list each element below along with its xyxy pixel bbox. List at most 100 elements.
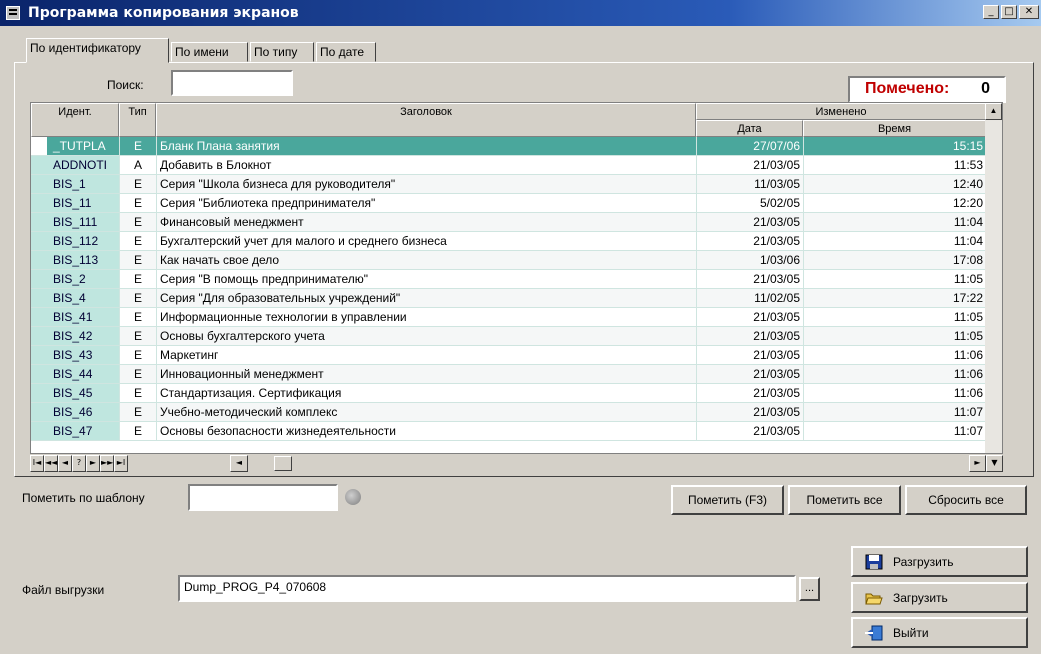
screens-table[interactable]: Идент. Тип Заголовок Изменено Дата Время… (30, 102, 1003, 454)
table-row[interactable]: BIS_42 E Основы бухгалтерского учета 21/03/… (31, 327, 1002, 346)
nav-next-icon[interactable]: ► (86, 455, 100, 472)
cell-time: 11:04 (803, 213, 986, 231)
cell-title: Добавить в Блокнот (156, 156, 696, 174)
search-label: Поиск: (107, 78, 144, 92)
scroll-right-icon[interactable]: ► (969, 455, 986, 472)
nav-help-icon[interactable]: ? (72, 455, 86, 472)
minimize-icon[interactable]: _ (983, 5, 999, 19)
cell-date: 27/07/06 (696, 137, 803, 155)
scroll-left-icon[interactable]: ◄ (230, 455, 248, 472)
cell-id: BIS_112 (31, 232, 119, 250)
table-row[interactable]: BIS_43 E Маркетинг 21/03/05 11:06 (31, 346, 1002, 365)
cell-id: BIS_43 (31, 346, 119, 364)
cell-title: Серия "В помощь предпринимателю" (156, 270, 696, 288)
cell-time: 17:08 (803, 251, 986, 269)
reset-all-button[interactable]: Сбросить все (905, 485, 1027, 515)
load-button[interactable]: Загрузить (851, 582, 1028, 613)
table-row[interactable]: BIS_1 E Серия "Школа бизнеса для руководит… (31, 175, 1002, 194)
cell-type: E (119, 365, 156, 383)
cell-title: Как начать свое дело (156, 251, 696, 269)
browse-button[interactable]: ... (799, 577, 820, 601)
cell-time: 11:07 (803, 403, 986, 421)
horizontal-scroll-thumb[interactable] (274, 456, 292, 471)
column-header-title[interactable]: Заголовок (156, 103, 696, 137)
cell-id: BIS_11 (31, 194, 119, 212)
cell-title: Серия "Для образовательных учреждений" (156, 289, 696, 307)
column-header-id[interactable]: Идент. (31, 103, 119, 137)
table-row[interactable]: BIS_113 E Как начать свое дело 1/03/06 17:08 (31, 251, 1002, 270)
tab-by-id[interactable]: По идентификатору (26, 38, 169, 63)
table-row[interactable]: BIS_111 E Финансовый менеджмент 21/03/05 11:… (31, 213, 1002, 232)
cell-id: BIS_1 (31, 175, 119, 193)
unload-button[interactable]: Разгрузить (851, 546, 1028, 577)
nav-first-icon[interactable]: I◄ (30, 455, 44, 472)
table-row[interactable]: BIS_46 E Учебно-методический комплекс 21/03… (31, 403, 1002, 422)
column-header-date[interactable]: Дата (696, 120, 803, 137)
cell-time: 15:15 (803, 137, 986, 155)
nav-last-icon[interactable]: ►I (114, 455, 128, 472)
table-row[interactable]: BIS_45 E Стандартизация. Сертификация 21/03… (31, 384, 1002, 403)
exit-door-icon (865, 625, 883, 641)
close-icon[interactable]: ✕ (1019, 5, 1039, 19)
main-window: Программа копирования экранов _ □ ✕ По и… (0, 0, 1041, 654)
mark-button[interactable]: Пометить (F3) (671, 485, 784, 515)
cell-title: Серия "Библиотека предпринимателя" (156, 194, 696, 212)
nav-prev-icon[interactable]: ◄ (58, 455, 72, 472)
table-row[interactable]: ADDNOTI A Добавить в Блокнот 21/03/05 11:53 (31, 156, 1002, 175)
title-bar: Программа копирования экранов _ □ ✕ (0, 0, 1041, 26)
scroll-up-icon[interactable]: ▲ (985, 103, 1002, 120)
nav-next-page-icon[interactable]: ►► (100, 455, 114, 472)
table-row[interactable]: BIS_47 E Основы безопасности жизнедеятельн… (31, 422, 1002, 441)
cell-type: E (119, 251, 156, 269)
table-row[interactable]: BIS_4 E Серия "Для образовательных учрежде… (31, 289, 1002, 308)
table-row[interactable]: BIS_11 E Серия "Библиотека предпринимателя… (31, 194, 1002, 213)
column-header-type[interactable]: Тип (119, 103, 156, 137)
cell-date: 5/02/05 (696, 194, 803, 212)
cell-date: 21/03/05 (696, 422, 803, 440)
cell-date: 21/03/05 (696, 156, 803, 174)
maximize-icon[interactable]: □ (1001, 5, 1017, 19)
window-title: Программа копирования экранов (28, 5, 299, 21)
marked-count: 0 (981, 80, 990, 97)
mark-all-button[interactable]: Пометить все (788, 485, 901, 515)
cell-title: Инновационный менеджмент (156, 365, 696, 383)
cell-id: BIS_4 (31, 289, 119, 307)
apply-pattern-icon[interactable] (345, 489, 361, 505)
cell-type: E (119, 327, 156, 345)
unload-label: Разгрузить (893, 555, 954, 569)
cell-time: 12:40 (803, 175, 986, 193)
table-row[interactable]: BIS_112 E Бухгалтерский учет для малого и … (31, 232, 1002, 251)
column-header-time[interactable]: Время (803, 120, 986, 137)
cell-id: BIS_2 (31, 270, 119, 288)
search-input[interactable] (171, 70, 293, 96)
cell-title: Финансовый менеджмент (156, 213, 696, 231)
dump-file-input[interactable]: Dump_PROG_P4_070608 (178, 575, 796, 602)
exit-button[interactable]: Выйти (851, 617, 1028, 648)
table-row[interactable]: _TUTPLA E Бланк Плана занятия 27/07/06 15:15 (31, 137, 1002, 156)
row-pointer (31, 137, 47, 155)
cell-time: 11:04 (803, 232, 986, 250)
tab-by-date[interactable]: По дате (316, 42, 376, 62)
tab-by-name[interactable]: По имени (171, 42, 248, 62)
cell-time: 11:05 (803, 308, 986, 326)
tab-by-type[interactable]: По типу (250, 42, 314, 62)
exit-label: Выйти (893, 626, 929, 640)
table-row[interactable]: BIS_44 E Инновационный менеджмент 21/03/05 1… (31, 365, 1002, 384)
cell-date: 21/03/05 (696, 270, 803, 288)
table-row[interactable]: BIS_2 E Серия "В помощь предпринимателю" 21… (31, 270, 1002, 289)
cell-date: 21/03/05 (696, 213, 803, 231)
nav-prev-page-icon[interactable]: ◄◄ (44, 455, 58, 472)
cell-date: 21/03/05 (696, 346, 803, 364)
scroll-down-icon[interactable]: ▼ (986, 455, 1003, 472)
pattern-input[interactable] (188, 484, 338, 511)
vertical-scrollbar[interactable]: ▲ (985, 103, 1002, 453)
cell-type: E (119, 175, 156, 193)
pattern-label: Пометить по шаблону (22, 491, 145, 505)
load-label: Загрузить (893, 591, 948, 605)
cell-id: BIS_47 (31, 422, 119, 440)
cell-time: 11:05 (803, 327, 986, 345)
cell-date: 21/03/05 (696, 327, 803, 345)
table-row[interactable]: BIS_41 E Информационные технологии в управ… (31, 308, 1002, 327)
cell-time: 17:22 (803, 289, 986, 307)
cell-title: Основы безопасности жизнедеятельности (156, 422, 696, 440)
